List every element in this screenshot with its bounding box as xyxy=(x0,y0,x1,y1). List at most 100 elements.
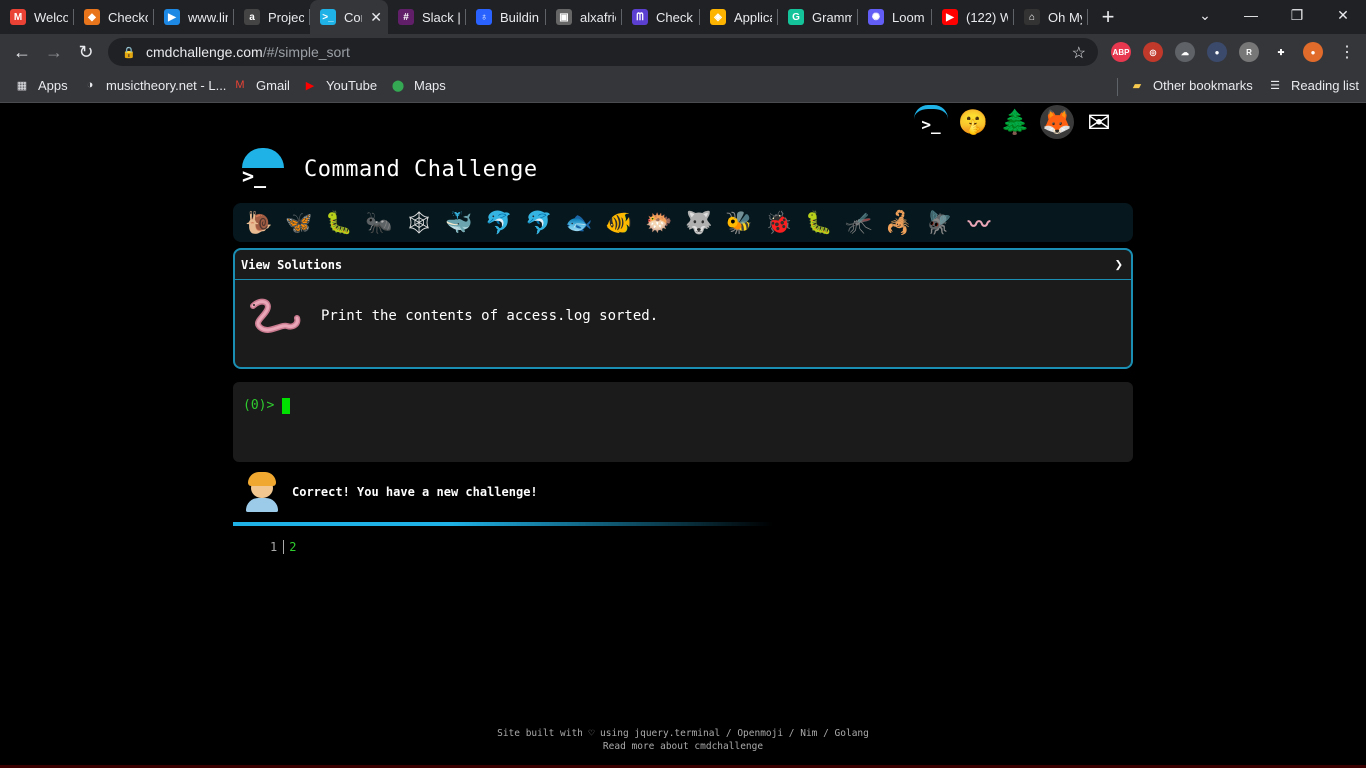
evergreen-tree-icon[interactable]: 🌲 xyxy=(998,105,1032,139)
terminal-prompt: (0)> xyxy=(243,398,275,413)
worm-green-icon[interactable]: 🐛 xyxy=(799,207,839,239)
tab-title: Con xyxy=(344,9,362,25)
ohmy-icon: ⌂ xyxy=(1024,9,1040,25)
tab-12[interactable]: ▶ (122) W xyxy=(932,0,1014,34)
cast-icon[interactable]: ◎ xyxy=(1143,42,1163,62)
fish-icon[interactable]: 🐟 xyxy=(559,207,599,239)
tab-title: alxafric xyxy=(580,9,616,25)
tab-title: Check i xyxy=(656,9,694,25)
r-icon[interactable]: R xyxy=(1239,42,1259,62)
tab-6[interactable]: ♁ Buildin xyxy=(466,0,546,34)
building-icon: ♁ xyxy=(476,9,492,25)
tab-4[interactable]: >_ Con ✕ xyxy=(310,0,388,34)
musictheory-icon: ◑ xyxy=(86,79,94,91)
terminal-logo-icon[interactable]: >_ xyxy=(240,148,284,190)
reading-list-label: Reading list xyxy=(1291,77,1359,93)
challenge-level-bar: 🐌 🦋 🐛 🐜 🕸 🐳 🐬 🐬 🐟 🐠 🐡 🐺 🐝 🐞 🐛 🦟 🦂 🪰 〰 xyxy=(233,203,1133,242)
forward-button[interactable]: → xyxy=(41,39,67,65)
fly-icon[interactable]: 🪰 xyxy=(919,207,959,239)
puzzle-icon[interactable]: ✚ xyxy=(1271,42,1291,62)
tab-1[interactable]: ◆ Checko xyxy=(74,0,154,34)
terminal-logo-icon[interactable]: >_ xyxy=(914,105,948,139)
youtube-icon: ▶ xyxy=(942,9,958,25)
menu-kebab-icon[interactable]: ⋮ xyxy=(1334,39,1360,65)
wolf-icon[interactable]: 🐺 xyxy=(679,207,719,239)
tab-9[interactable]: ◈ Applica xyxy=(700,0,778,34)
ladybug-icon[interactable]: 🐞 xyxy=(759,207,799,239)
web-icon[interactable]: 🕸 xyxy=(399,207,439,239)
tab-8[interactable]: ᗰ Check i xyxy=(622,0,700,34)
address-bar[interactable]: 🔒 cmdchallenge.com/#/simple_sort ☆ xyxy=(108,38,1098,66)
grammarly-icon: G xyxy=(788,9,804,25)
bee-icon[interactable]: 🐝 xyxy=(719,207,759,239)
bookmark-star-icon[interactable]: ☆ xyxy=(1072,43,1086,63)
command-output: 1 2 xyxy=(270,540,296,554)
video-icon: ▶ xyxy=(164,9,180,25)
bookmark-youtube[interactable]: ▶ YouTube xyxy=(302,77,377,93)
project-icon: a xyxy=(244,9,260,25)
view-solutions-label: View Solutions xyxy=(241,257,343,272)
tab-5[interactable]: # Slack | xyxy=(388,0,466,34)
output-line-value: 2 xyxy=(289,540,297,554)
folder-icon: ▰ xyxy=(1132,79,1142,92)
alx-icon: ▣ xyxy=(556,9,572,25)
envelope-icon[interactable]: ✉ xyxy=(1082,105,1116,139)
whale-icon[interactable]: 🐳 xyxy=(439,207,479,239)
tab-title: (122) W xyxy=(966,9,1008,25)
cloud-icon[interactable]: ☁ xyxy=(1175,42,1195,62)
shushing-face-icon[interactable]: 🤫 xyxy=(956,105,990,139)
bookmark-maps[interactable]: ⬤ Maps xyxy=(390,77,446,93)
airtable-icon: ◈ xyxy=(710,9,726,25)
scorpion-icon[interactable]: 🦂 xyxy=(879,207,919,239)
butterfly-icon[interactable]: 🦋 xyxy=(279,207,319,239)
bookmarks-divider xyxy=(1117,78,1118,96)
gmail-icon: M xyxy=(235,79,245,91)
adblock-icon[interactable]: ABP xyxy=(1111,42,1131,62)
dolphin-icon[interactable]: 🐬 xyxy=(479,207,519,239)
close-window-button[interactable]: ✕ xyxy=(1320,0,1366,30)
close-tab-icon[interactable]: ✕ xyxy=(370,9,382,26)
worm-pink-icon[interactable]: 〰 xyxy=(959,207,999,239)
dolphin-alt-icon[interactable]: 🐬 xyxy=(519,207,559,239)
view-solutions-toggle[interactable]: View Solutions ❯ xyxy=(235,250,1131,280)
blowfish-icon[interactable]: 🐡 xyxy=(639,207,679,239)
new-tab-button[interactable]: + xyxy=(1088,0,1128,34)
chevron-right-icon: ❯ xyxy=(1114,256,1123,273)
footer-read-more-link[interactable]: Read more about cmdchallenge xyxy=(0,740,1366,753)
snail-icon[interactable]: 🐌 xyxy=(239,207,279,239)
bookmark-apps[interactable]: ▦ Apps xyxy=(14,77,68,93)
checkout-icon: ◆ xyxy=(84,9,100,25)
feedback-message: Correct! You have a new challenge! xyxy=(244,470,538,514)
tab-0[interactable]: M Welcom xyxy=(0,0,74,34)
mosquito-icon[interactable]: 🦟 xyxy=(839,207,879,239)
back-button[interactable]: ← xyxy=(9,39,35,65)
terminal[interactable]: (0)> xyxy=(233,382,1133,462)
profile-avatar[interactable]: ● xyxy=(1303,42,1323,62)
ant-icon[interactable]: 🐜 xyxy=(359,207,399,239)
bookmark-gmail[interactable]: M Gmail xyxy=(232,77,290,93)
progress-bar xyxy=(233,522,773,526)
tab-title: Checko xyxy=(108,9,148,25)
caterpillar-icon[interactable]: 🐛 xyxy=(319,207,359,239)
tab-2[interactable]: ▶ www.lin xyxy=(154,0,234,34)
maximize-button[interactable]: ❐ xyxy=(1274,0,1320,30)
tropical-fish-icon[interactable]: 🐠 xyxy=(599,207,639,239)
tab-search-icon[interactable]: ⌄ xyxy=(1182,0,1228,30)
reading-list[interactable]: ☰ Reading list xyxy=(1267,77,1359,93)
reload-button[interactable]: ↻ xyxy=(73,39,99,65)
other-bookmarks[interactable]: ▰ Other bookmarks xyxy=(1129,77,1253,93)
spy-icon[interactable]: ● xyxy=(1207,42,1227,62)
minimize-button[interactable]: — xyxy=(1228,0,1274,30)
bookmark-musictheorynet[interactable]: ◑ musictheory.net - L... xyxy=(82,77,227,93)
tab-10[interactable]: G Gramm xyxy=(778,0,858,34)
tab-title: Oh My xyxy=(1048,9,1082,25)
tab-13[interactable]: ⌂ Oh My xyxy=(1014,0,1088,34)
tab-list: M Welcom ◆ Checko ▶ www.lin a Project >_ Con ✕ # Sla… xyxy=(0,0,1088,34)
tab-3[interactable]: a Project xyxy=(234,0,310,34)
tab-11[interactable]: ✺ Loom | xyxy=(858,0,932,34)
bookmark-label: YouTube xyxy=(326,77,378,93)
gitlab-icon[interactable]: 🦊 xyxy=(1040,105,1074,139)
tab-7[interactable]: ▣ alxafric xyxy=(546,0,622,34)
tab-strip: M Welcom ◆ Checko ▶ www.lin a Project >_ Con ✕ # Sla… xyxy=(0,0,1366,34)
worm-icon xyxy=(250,298,301,333)
